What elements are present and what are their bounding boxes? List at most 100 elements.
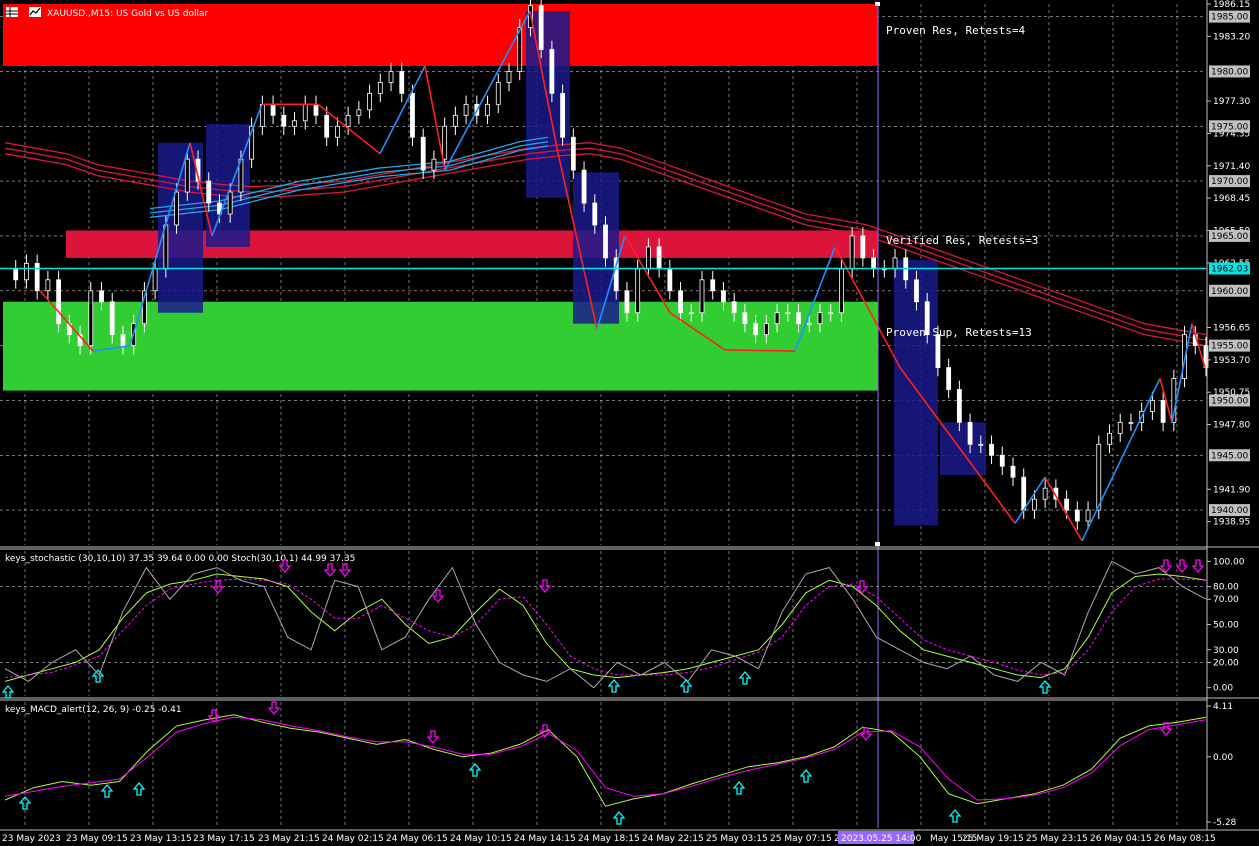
time-label: 24 May 14:15 xyxy=(514,834,576,844)
fractal-box xyxy=(573,172,619,324)
candle-body xyxy=(656,246,662,270)
price-label: 1955.00 xyxy=(1211,342,1248,352)
price-label: 1960.00 xyxy=(1211,287,1248,297)
candle-body xyxy=(710,279,716,292)
candle-body xyxy=(495,82,501,105)
candle-body xyxy=(999,454,1005,467)
candle-body xyxy=(1064,498,1069,511)
time-label: 24 May 06:15 xyxy=(386,834,448,844)
price-label: 1945.00 xyxy=(1211,451,1248,461)
candle-body xyxy=(785,312,791,315)
candle-body xyxy=(99,290,104,303)
candle-body xyxy=(871,257,876,270)
grid-icon[interactable] xyxy=(6,7,18,17)
candle-body xyxy=(302,103,308,122)
stoch-tick-label: 0.00 xyxy=(1213,684,1233,694)
candle-body xyxy=(989,443,994,456)
stochastic-title: keys_stochastic (30,10,10) 37.35 39.64 0… xyxy=(5,554,355,564)
price-tick-label: 1956.65 xyxy=(1213,324,1250,334)
candle-body xyxy=(506,71,512,83)
candle-body xyxy=(431,158,437,171)
price-tick-label: 1971.40 xyxy=(1213,162,1250,172)
candle-body xyxy=(549,49,555,94)
stoch-tick-label: 80.00 xyxy=(1213,583,1239,593)
price-label: 1940.00 xyxy=(1211,506,1248,516)
candle-body xyxy=(1085,509,1091,522)
candle-body xyxy=(624,290,630,314)
candle-body xyxy=(688,312,694,315)
candle-body xyxy=(849,235,855,270)
candle-body xyxy=(206,180,212,204)
zone-label-proven-sup: Proven Sup, Retests=13 xyxy=(886,326,1032,339)
macd-tick-label: 0.00 xyxy=(1213,753,1233,763)
candle-body xyxy=(753,323,759,336)
candle-body xyxy=(410,92,415,138)
candle-body xyxy=(13,268,19,281)
candle-body xyxy=(667,268,673,292)
time-label: 24 May 22:15 xyxy=(642,834,704,844)
stoch-tick-label: 100.00 xyxy=(1213,557,1245,567)
candle-body xyxy=(56,279,62,325)
candle-body xyxy=(345,114,351,127)
candle-body xyxy=(603,224,608,259)
chart-background xyxy=(0,0,1259,846)
time-label: 25 May 23:15 xyxy=(1026,834,1088,844)
candle-body xyxy=(967,421,973,445)
crosshair-handle-bottom[interactable] xyxy=(875,542,880,546)
time-label: 23 May 17:15 xyxy=(193,834,255,844)
candle-body xyxy=(420,136,426,171)
candle-body xyxy=(292,120,297,127)
price-tick-label: 1977.30 xyxy=(1213,97,1250,107)
candle-body xyxy=(839,268,844,314)
zigzag-segment xyxy=(724,349,796,352)
time-label: 25 May 03:15 xyxy=(706,834,768,844)
time-label: 25 May 07:15 xyxy=(770,834,832,844)
candle-body xyxy=(806,323,812,326)
candle-body xyxy=(946,367,952,390)
candle-body xyxy=(935,334,941,368)
candle-body xyxy=(270,103,276,116)
price-tick-label: 1986.15 xyxy=(1213,0,1250,10)
price-tick-label: 1953.70 xyxy=(1213,356,1250,366)
time-label: 23 May 09:15 xyxy=(66,834,128,844)
candle-body xyxy=(1128,421,1134,424)
candle-body xyxy=(34,262,40,292)
candle-body xyxy=(1010,465,1016,478)
price-tick-label: 1968.45 xyxy=(1213,194,1250,204)
stoch-tick-label: 50.00 xyxy=(1213,621,1239,631)
candle-body xyxy=(184,158,190,193)
zone-label-verified-res: Verified Res, Retests=3 xyxy=(886,234,1038,247)
candle-body xyxy=(721,290,726,303)
candle-body xyxy=(388,71,394,83)
macd-title: keys_MACD_alert(12, 26, 9) -0.25 -0.41 xyxy=(5,705,182,715)
candle-body xyxy=(817,312,823,325)
time-label: 26 May 08:15 xyxy=(1154,834,1216,844)
stoch-tick-label: 20.00 xyxy=(1213,658,1239,668)
candle-body xyxy=(324,114,330,138)
candle-body xyxy=(88,290,94,347)
symbol-title: XAUUSD.,M15: US Gold vs US dollar xyxy=(47,9,208,19)
candle-body xyxy=(1149,400,1155,412)
time-label: 24 May 02:15 xyxy=(322,834,384,844)
price-label: 1950.00 xyxy=(1211,396,1248,406)
price-label: 1975.00 xyxy=(1211,122,1248,132)
candle-body xyxy=(1032,498,1037,511)
candle-body xyxy=(742,312,748,325)
candle-body xyxy=(796,312,801,325)
time-label: 24 May 18:15 xyxy=(578,834,640,844)
candle-body xyxy=(560,92,566,138)
candle-body xyxy=(24,262,29,281)
price-tick-label: 1941.90 xyxy=(1213,485,1250,495)
stoch-tick-label: 30.00 xyxy=(1213,646,1239,656)
candle-body xyxy=(645,246,651,270)
candle-body xyxy=(377,82,383,94)
trading-chart[interactable]: XAUUSD.,M15: US Gold vs US dollar Proven… xyxy=(0,0,1259,846)
candle-body xyxy=(356,109,362,116)
zone-label-proven-res: Proven Res, Retests=4 xyxy=(886,24,1025,37)
time-axis[interactable]: 23 May 2023 23 May 09:15 23 May 13:15 23 Ma… xyxy=(2,834,1216,844)
candle-body xyxy=(581,169,587,204)
macd-tick-label: 4.11 xyxy=(1213,702,1233,712)
candle-body xyxy=(914,279,919,303)
crosshair-handle-top[interactable] xyxy=(875,2,880,6)
price-label: 1962.03 xyxy=(1211,265,1248,275)
